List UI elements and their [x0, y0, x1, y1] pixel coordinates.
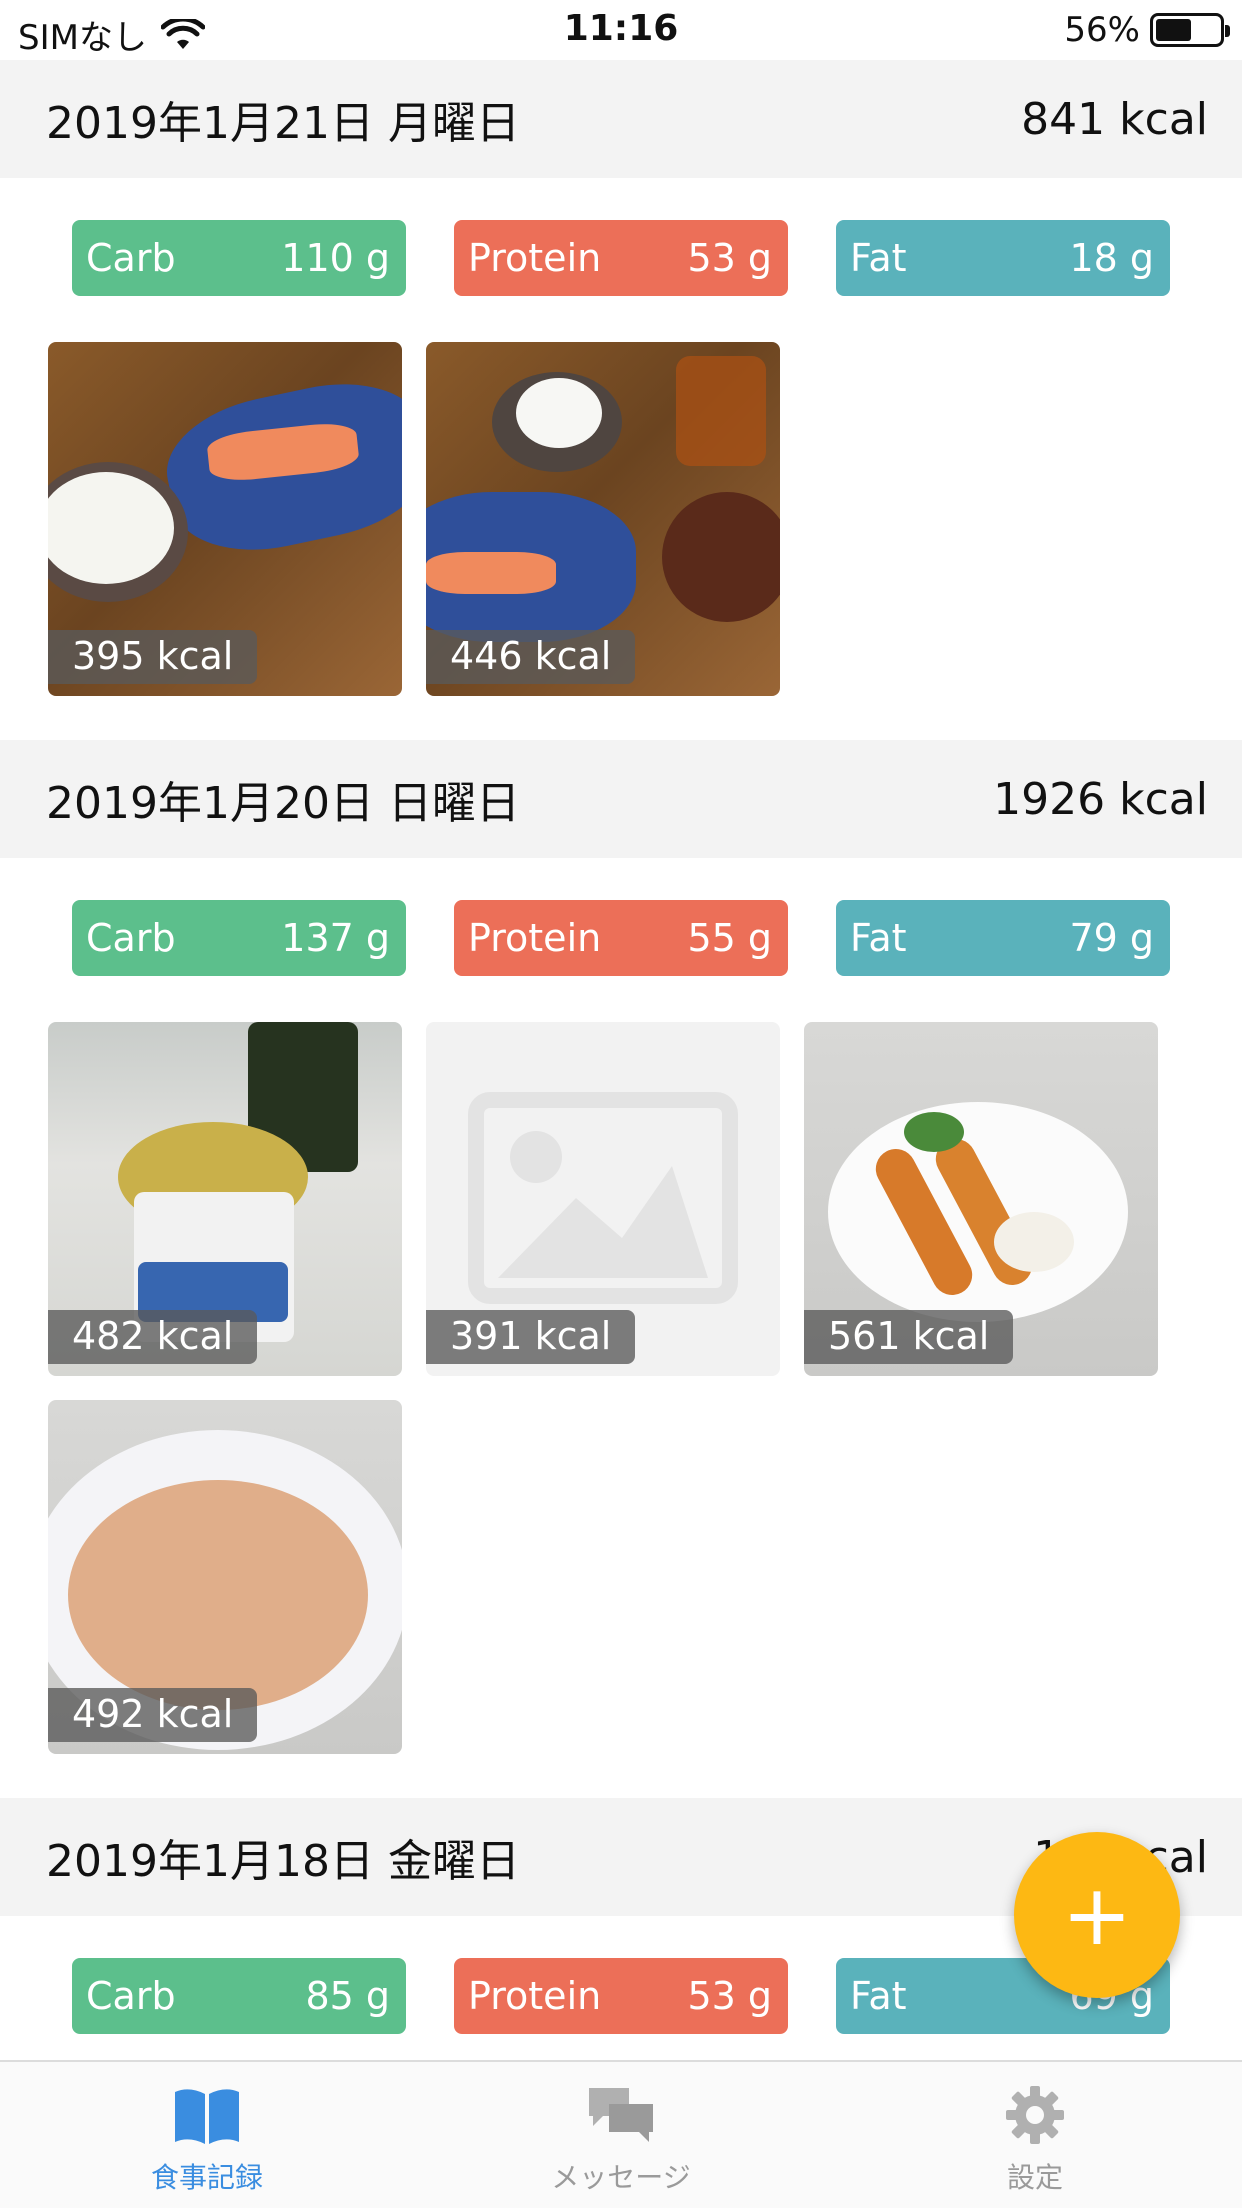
macro-value: 18 g — [1069, 236, 1154, 280]
macro-label: Carb — [86, 1974, 176, 2018]
day-date: 2019年1月21日 月曜日 — [46, 98, 520, 149]
day-total-kcal: 841 kcal — [1021, 93, 1208, 145]
day-total-kcal: 1926 kcal — [993, 773, 1208, 825]
macro-label: Protein — [468, 1974, 602, 2018]
tab-settings[interactable]: 設定 — [828, 2062, 1242, 2208]
chat-bubbles-icon — [589, 2088, 653, 2142]
macro-label: Fat — [850, 236, 907, 280]
macro-label: Carb — [86, 236, 176, 280]
macro-value: 53 g — [687, 1974, 772, 2018]
book-icon — [175, 2089, 239, 2144]
meal-kcal-label: 492 kcal — [48, 1688, 258, 1742]
macro-label: Fat — [850, 1974, 907, 2018]
rice — [516, 378, 602, 448]
meal-kcal-label: 391 kcal — [426, 1310, 636, 1364]
plus-icon: + — [1061, 1866, 1133, 1964]
macro-value: 55 g — [687, 916, 772, 960]
day-date: 2019年1月20日 日曜日 — [46, 778, 520, 829]
carb-badge: Carb 137 g — [72, 900, 406, 976]
meal-photo[interactable]: 395 kcal — [48, 342, 402, 696]
day-section: Carb 137 g Protein 55 g Fat 79 g 482 kca… — [0, 858, 1242, 1798]
meal-feed[interactable]: 2019年1月21日 月曜日 841 kcal Carb 110 g Prote… — [0, 60, 1242, 2058]
meal-photo-grid: 482 kcal 391 kcal 561 kcal 492 kcal — [0, 976, 1242, 1754]
tea-cup — [676, 356, 766, 466]
carb-badge: Carb 85 g — [72, 1958, 406, 2034]
tartar-sauce — [994, 1212, 1074, 1272]
status-right: 56% — [1064, 10, 1230, 50]
macro-row: Carb 137 g Protein 55 g Fat 79 g — [0, 900, 1242, 976]
meal-kcal-label: 561 kcal — [804, 1310, 1014, 1364]
battery-tip — [1225, 25, 1230, 37]
fat-badge: Fat 18 g — [836, 220, 1170, 296]
salmon — [426, 552, 556, 594]
tab-label: 設定 — [1006, 2161, 1063, 2194]
macro-value: 137 g — [281, 916, 390, 960]
add-meal-button[interactable]: + — [1014, 1832, 1180, 1998]
macro-row: Carb 110 g Protein 53 g Fat 18 g — [0, 220, 1242, 296]
salad — [904, 1112, 964, 1152]
day-header: 2019年1月21日 月曜日 841 kcal — [0, 60, 1242, 178]
tab-label: 食事記録 — [150, 2161, 263, 2194]
protein-badge: Protein 53 g — [454, 220, 788, 296]
meal-photo[interactable]: 561 kcal — [804, 1022, 1158, 1376]
day-section: Carb 110 g Protein 53 g Fat 18 g 395 kca… — [0, 178, 1242, 740]
day-date: 2019年1月18日 金曜日 — [46, 1836, 520, 1887]
day-header: 2019年1月20日 日曜日 1926 kcal — [0, 740, 1242, 858]
macro-value: 110 g — [281, 236, 390, 280]
clock: 11:16 — [563, 8, 679, 49]
macro-value: 85 g — [305, 1974, 390, 2018]
meal-photo[interactable]: 482 kcal — [48, 1022, 402, 1376]
tab-meal-log[interactable]: 食事記録 — [0, 2062, 414, 2208]
miso-soup — [662, 492, 780, 622]
fat-badge: Fat 79 g — [836, 900, 1170, 976]
meal-kcal-label: 395 kcal — [48, 630, 258, 684]
battery-level — [1156, 19, 1191, 41]
meal-kcal-label: 482 kcal — [48, 1310, 258, 1364]
battery-icon — [1150, 13, 1230, 47]
meal-photo-grid: 395 kcal 446 kcal — [0, 296, 1242, 696]
macro-label: Protein — [468, 236, 602, 280]
pasta — [68, 1480, 368, 1710]
macro-label: Protein — [468, 916, 602, 960]
macro-label: Fat — [850, 916, 907, 960]
status-bar: SIMなし 11:16 56% — [0, 0, 1242, 60]
gear-icon — [1006, 2086, 1064, 2144]
meal-photo[interactable]: 492 kcal — [48, 1400, 402, 1754]
battery-percent: 56% — [1064, 10, 1140, 50]
tab-messages[interactable]: メッセージ — [414, 2062, 828, 2208]
meal-kcal-label: 446 kcal — [426, 630, 636, 684]
meal-photo[interactable]: 446 kcal — [426, 342, 780, 696]
protein-badge: Protein 53 g — [454, 1958, 788, 2034]
macro-label: Carb — [86, 916, 176, 960]
macro-value: 53 g — [687, 236, 772, 280]
tab-bar: 食事記録 メッセージ 設定 — [0, 2060, 1242, 2208]
protein-badge: Protein 55 g — [454, 900, 788, 976]
tab-label: メッセージ — [551, 2161, 691, 2194]
macro-value: 79 g — [1069, 916, 1154, 960]
carb-badge: Carb 110 g — [72, 220, 406, 296]
meal-photo-placeholder[interactable]: 391 kcal — [426, 1022, 780, 1376]
